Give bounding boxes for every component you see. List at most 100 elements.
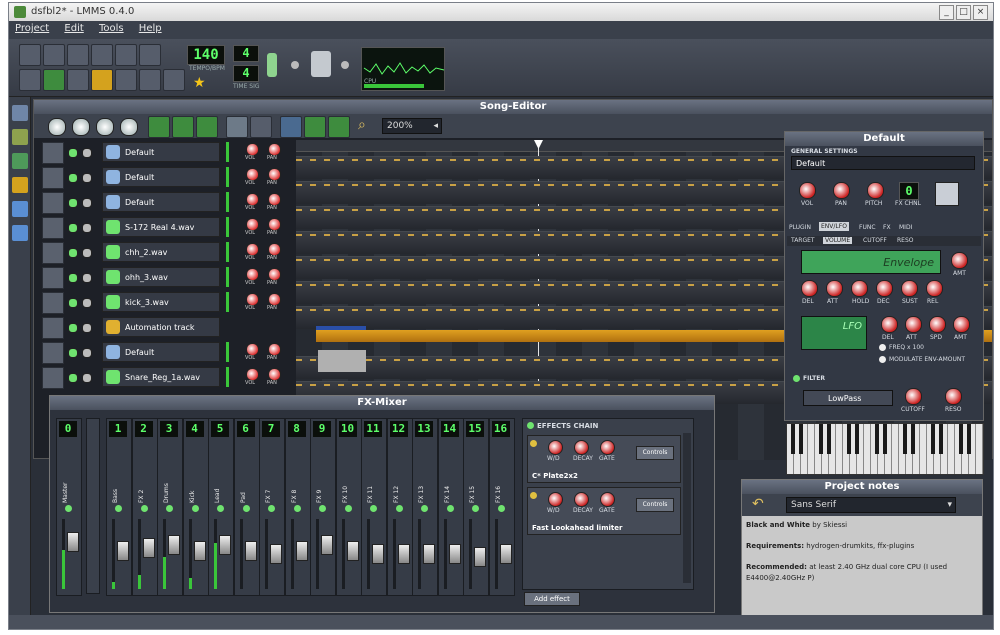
new-project-icon[interactable] (19, 44, 41, 66)
tab-midi[interactable]: MIDI (899, 224, 912, 231)
effect-knob[interactable] (600, 492, 615, 507)
track-mute-led[interactable] (68, 323, 78, 333)
track-mute-led[interactable] (68, 173, 78, 183)
track-solo-led[interactable] (82, 273, 92, 283)
track-grip-icon[interactable] (42, 192, 64, 214)
fx-channel[interactable]: 5 Lead (208, 418, 234, 596)
fx-channel-fader[interactable] (423, 544, 435, 564)
fx-channel-fader[interactable] (67, 532, 79, 552)
tab-cutoff[interactable]: CUTOFF (863, 237, 887, 244)
master-volume-slider[interactable] (267, 53, 277, 77)
track-solo-led[interactable] (82, 198, 92, 208)
effects-scrollbar[interactable] (683, 433, 691, 583)
fx-channel-led[interactable] (446, 505, 454, 512)
fx-channel-fader[interactable] (219, 535, 231, 555)
master-pitch-icon[interactable] (311, 51, 331, 77)
fx-channel-fader[interactable] (474, 547, 486, 567)
fx-channel[interactable]: 4 Kick (182, 418, 209, 596)
menu-edit[interactable]: Edit (58, 21, 89, 36)
effect-knob[interactable] (574, 492, 589, 507)
fx-channel-led[interactable] (319, 505, 326, 512)
fx-channel-led[interactable] (242, 505, 250, 512)
automation-editor-icon[interactable] (91, 69, 113, 91)
star-icon[interactable]: ★ (193, 75, 206, 91)
freq-x100-radio[interactable] (879, 344, 886, 351)
fx-channel[interactable]: 12 FX 12 (386, 418, 413, 596)
tab-fx[interactable]: FX (883, 224, 891, 231)
minimize-button[interactable]: _ (939, 5, 954, 20)
piano-roll-icon[interactable] (67, 69, 89, 91)
fx-channel-fader[interactable] (270, 544, 282, 564)
track-solo-led[interactable] (82, 148, 92, 158)
my-samples-icon[interactable] (12, 129, 28, 145)
fx-channel-fader[interactable] (117, 541, 129, 561)
volume-knob[interactable] (799, 182, 816, 199)
instrument-name-input[interactable]: Default (791, 156, 975, 170)
track-grip-icon[interactable] (42, 267, 64, 289)
fx-channel[interactable]: 3 Drums (157, 418, 183, 596)
edit-mode-icon[interactable] (250, 116, 272, 138)
fx-channel-led[interactable] (370, 505, 377, 512)
track-mute-led[interactable] (68, 348, 78, 358)
effect-knob[interactable] (574, 440, 589, 455)
env-hold-knob[interactable] (851, 280, 868, 297)
track-grip-icon[interactable] (42, 242, 64, 264)
effect-slot[interactable]: W/D DECAY GATE Controls Fast Lookahead limit… (527, 487, 681, 535)
lfo-display[interactable]: LFO (801, 316, 867, 350)
fx-channel[interactable]: 16 FX 16 (488, 418, 515, 596)
save-project-icon[interactable] (115, 44, 137, 66)
track-solo-led[interactable] (82, 373, 92, 383)
menu-help[interactable]: Help (133, 21, 168, 36)
fx-channel-led[interactable] (65, 505, 72, 512)
fx-channel[interactable]: 6 Pad (233, 418, 260, 596)
lfo-del-knob[interactable] (881, 316, 898, 333)
fx-channel[interactable]: 9 FX 9 (310, 418, 336, 596)
stop-button[interactable] (120, 118, 138, 136)
effects-chain-led[interactable] (527, 422, 534, 429)
fx-mixer-icon[interactable] (115, 69, 137, 91)
effect-knob[interactable] (548, 492, 563, 507)
draw-mode-icon[interactable] (226, 116, 248, 138)
track-grip-icon[interactable] (42, 167, 64, 189)
effect-slot[interactable]: W/D DECAY GATE Controls C* Plate2x2 (527, 435, 681, 483)
stop-behaviour-icon[interactable] (328, 116, 350, 138)
fx-channel[interactable]: 0 Master (56, 418, 82, 596)
track-solo-led[interactable] (82, 348, 92, 358)
fx-channel-led[interactable] (191, 505, 199, 512)
fx-channel-fader[interactable] (244, 541, 257, 561)
recent-projects-icon[interactable] (91, 44, 113, 66)
fx-channel-fader[interactable] (372, 544, 384, 564)
add-automation-track-icon[interactable] (196, 116, 218, 138)
play-button[interactable] (48, 118, 66, 136)
tempo-display[interactable]: 140 (187, 45, 225, 65)
track-grip-icon[interactable] (42, 292, 64, 314)
track-mute-led[interactable] (68, 248, 78, 258)
save-preset-icon[interactable] (935, 182, 959, 206)
fx-channel-fader[interactable] (168, 535, 180, 555)
env-att-knob[interactable] (826, 280, 843, 297)
automation-pattern-segment[interactable] (316, 326, 366, 330)
effect-controls-button[interactable]: Controls (636, 446, 674, 460)
effect-knob[interactable] (548, 440, 563, 455)
envelope-display[interactable]: Envelope (801, 250, 941, 274)
track-solo-led[interactable] (82, 323, 92, 333)
track-mute-led[interactable] (68, 298, 78, 308)
track-grip-icon[interactable] (42, 317, 64, 339)
effect-enabled-led[interactable] (530, 440, 537, 447)
track-grip-icon[interactable] (42, 367, 64, 389)
fx-channel-fader[interactable] (448, 544, 461, 564)
fx-channel-led[interactable] (293, 505, 301, 512)
add-sample-track-icon[interactable] (172, 116, 194, 138)
root-directory-icon[interactable] (12, 201, 28, 217)
tab-env-lfo[interactable]: ENV/LFO (819, 222, 849, 231)
my-home-icon[interactable] (12, 177, 28, 193)
fx-channel[interactable]: 7 FX 7 (259, 418, 285, 596)
add-effect-button[interactable]: Add effect (524, 592, 580, 606)
fx-channel-fader[interactable] (295, 541, 308, 561)
new-from-template-icon[interactable] (43, 44, 65, 66)
fx-channel-led[interactable] (166, 505, 173, 512)
env-rel-knob[interactable] (926, 280, 943, 297)
add-beat-track-icon[interactable] (148, 116, 170, 138)
env-dec-knob[interactable] (876, 280, 893, 297)
lfo-amt-knob[interactable] (953, 316, 970, 333)
